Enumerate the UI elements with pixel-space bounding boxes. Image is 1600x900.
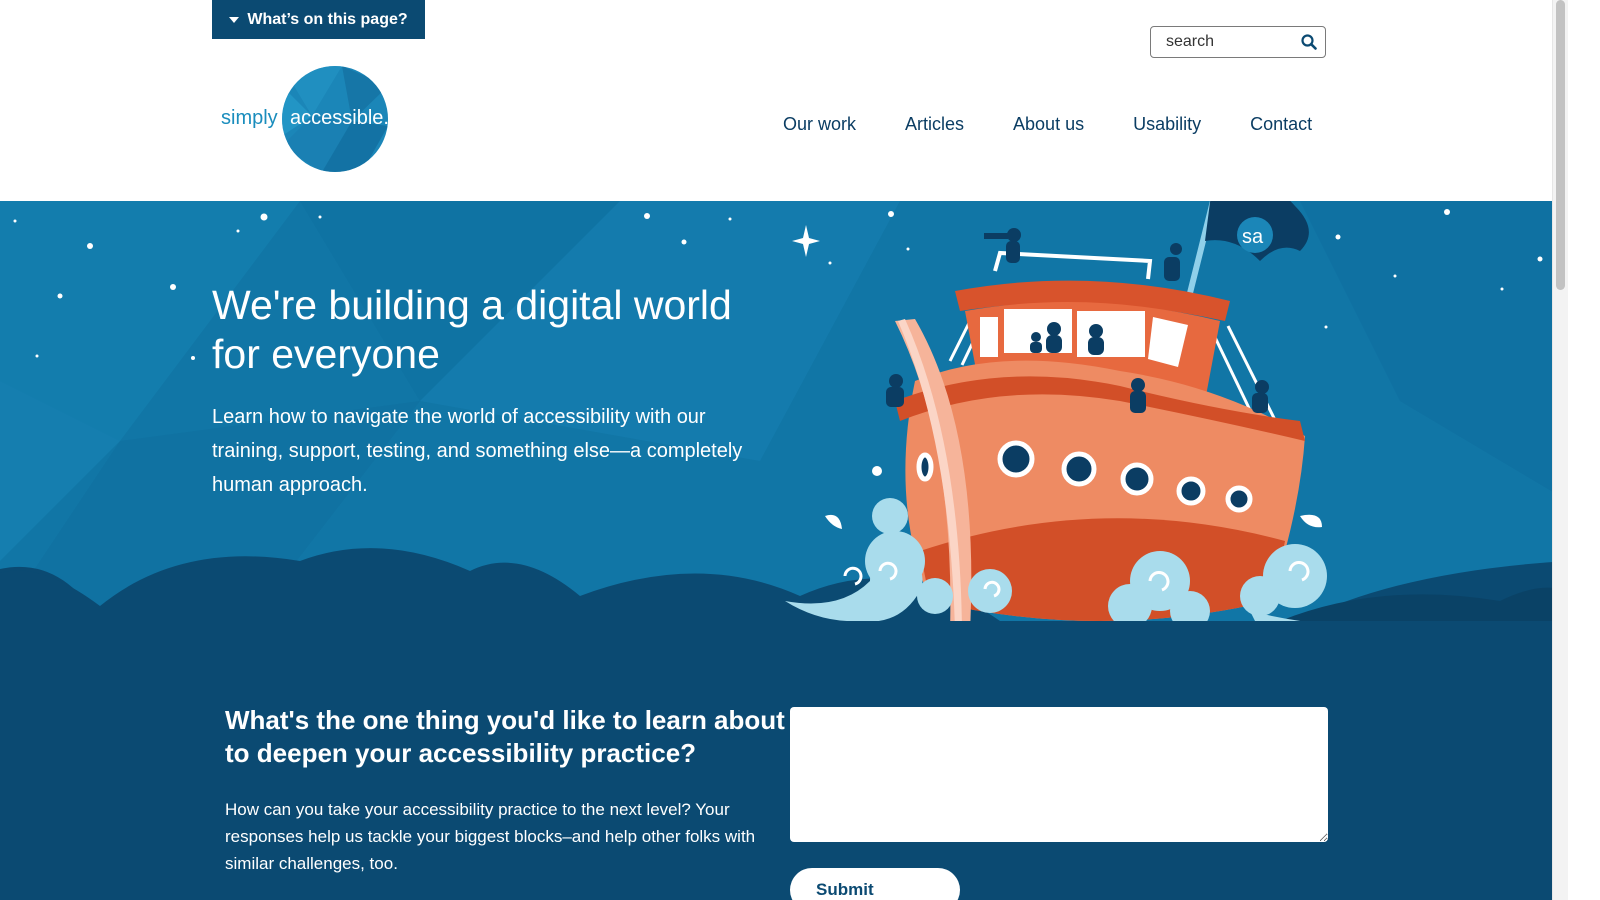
feedback-question-description: How can you take your accessibility prac…	[225, 800, 756, 873]
nav-usability[interactable]: Usability	[1133, 114, 1201, 135]
flag-label: sa	[1242, 226, 1264, 248]
page: What’s on this page? simply accessible.	[0, 0, 1568, 900]
feedback-answer-field[interactable]	[790, 707, 1328, 842]
feedback-section: What's the one thing you'd like to learn…	[0, 621, 1568, 900]
hero-section: We're building a digital world for every…	[0, 201, 1568, 621]
page-scrollbar[interactable]	[1552, 0, 1568, 900]
whats-on-this-page-label: What’s on this page?	[247, 10, 408, 28]
nav-our-work[interactable]: Our work	[783, 114, 856, 135]
boat-illustration: sa	[785, 201, 1327, 621]
caret-down-icon	[229, 16, 240, 23]
whats-on-this-page-button[interactable]: What’s on this page?	[212, 0, 425, 39]
scrollbar-thumb[interactable]	[1556, 0, 1565, 290]
logo-word-simply: simply	[221, 107, 278, 129]
submit-button[interactable]: Submit	[790, 868, 960, 900]
site-logo[interactable]: simply accessible.	[220, 66, 390, 174]
search-icon[interactable]	[1301, 34, 1317, 50]
site-header: What’s on this page? simply accessible.	[0, 0, 1568, 201]
nav-about-us[interactable]: About us	[1013, 114, 1084, 135]
search-box	[1150, 26, 1326, 58]
nav-articles[interactable]: Articles	[905, 114, 964, 135]
search-input[interactable]	[1151, 27, 1306, 57]
main-nav: Our work Articles About us Usability Con…	[783, 114, 1312, 135]
nav-contact[interactable]: Contact	[1250, 114, 1312, 135]
feedback-question-title: What's the one thing you'd like to learn…	[225, 705, 785, 768]
logo-word-accessible: accessible.	[290, 107, 389, 129]
